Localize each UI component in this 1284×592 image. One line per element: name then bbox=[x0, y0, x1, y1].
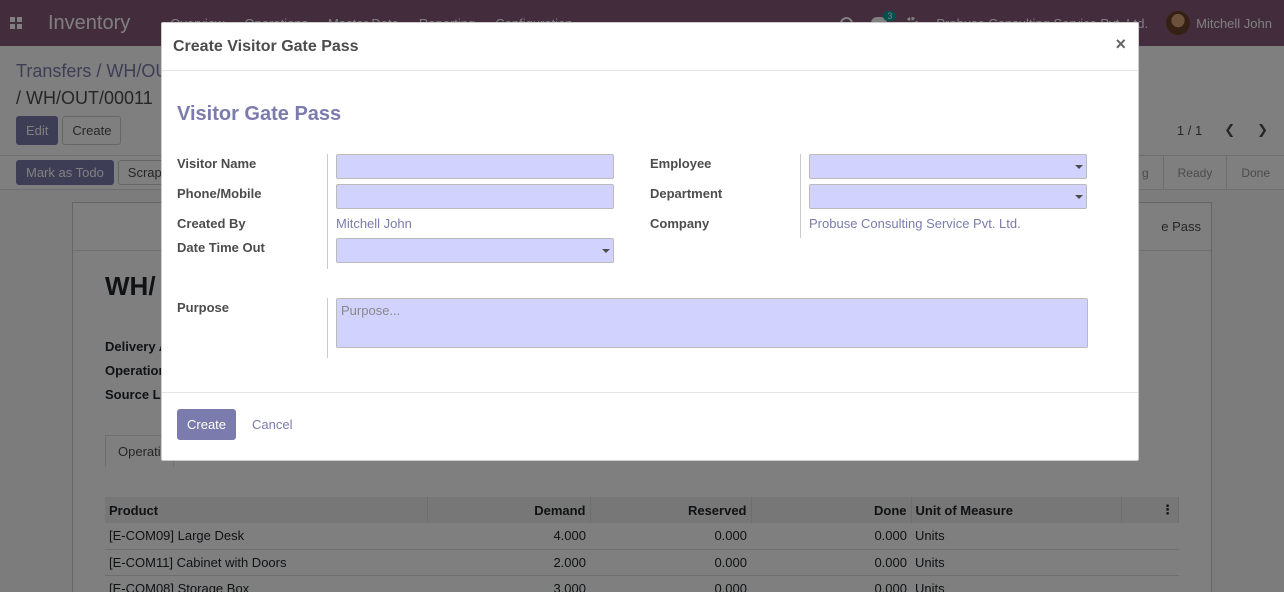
cancel-button[interactable]: Cancel bbox=[252, 417, 292, 432]
purpose-divider bbox=[327, 298, 328, 358]
right-group-divider bbox=[800, 154, 801, 238]
modal-title: Create Visitor Gate Pass bbox=[173, 37, 359, 55]
purpose-label: Purpose bbox=[177, 300, 230, 315]
chevron-down-icon bbox=[1075, 165, 1083, 169]
create-visitor-gate-pass-dialog: Create Visitor Gate Pass × Visitor Gate … bbox=[161, 22, 1139, 461]
create-gate-pass-button[interactable]: Create bbox=[177, 409, 237, 440]
phone-mobile-field[interactable] bbox=[336, 184, 614, 209]
employee-label: Employee bbox=[650, 156, 712, 171]
chevron-down-icon bbox=[602, 249, 610, 253]
company-label: Company bbox=[650, 216, 710, 231]
date-time-out-label: Date Time Out bbox=[177, 240, 265, 255]
purpose-textarea[interactable]: Purpose... bbox=[336, 298, 1088, 348]
modal-body: Visitor Gate Pass Visitor Name Phone/Mob… bbox=[162, 71, 1138, 392]
close-icon[interactable]: × bbox=[1115, 35, 1126, 53]
employee-select[interactable] bbox=[809, 154, 1087, 179]
company-value[interactable]: Probuse Consulting Service Pvt. Ltd. bbox=[809, 216, 1021, 231]
department-label: Department bbox=[650, 186, 723, 201]
department-select[interactable] bbox=[809, 184, 1087, 209]
left-group-divider bbox=[327, 154, 328, 269]
visitor-name-label: Visitor Name bbox=[177, 156, 257, 171]
phone-mobile-label: Phone/Mobile bbox=[177, 186, 262, 201]
visitor-name-field[interactable] bbox=[336, 154, 614, 179]
created-by-label: Created By bbox=[177, 216, 246, 231]
date-time-out-field[interactable] bbox=[336, 238, 614, 263]
modal-header: Create Visitor Gate Pass × bbox=[162, 23, 1138, 71]
form-title: Visitor Gate Pass bbox=[177, 103, 342, 125]
created-by-value[interactable]: Mitchell John bbox=[336, 216, 412, 231]
chevron-down-icon bbox=[1075, 195, 1083, 199]
modal-footer: Create Cancel bbox=[162, 392, 1138, 460]
